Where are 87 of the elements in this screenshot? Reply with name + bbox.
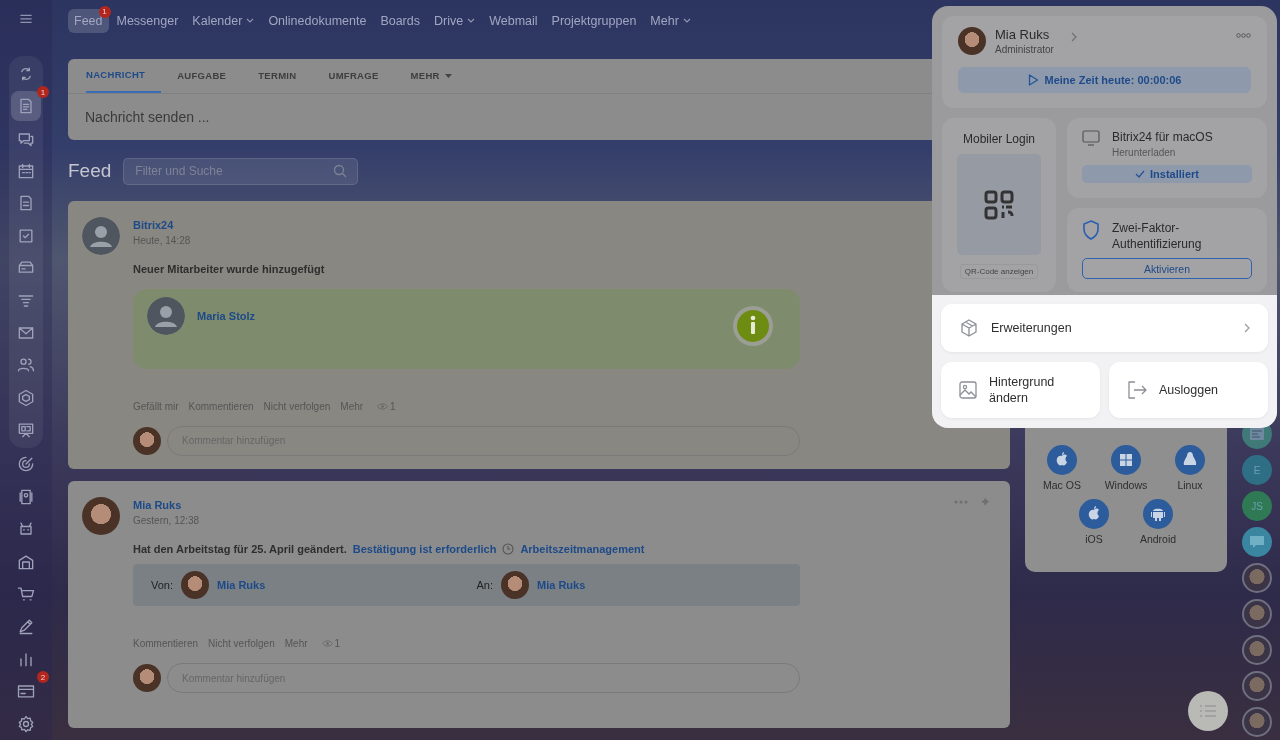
nav-tab[interactable]: Mehr	[644, 8, 697, 33]
nav-tab[interactable]: Messenger	[110, 8, 185, 33]
composer-tab[interactable]: TERMIN	[258, 58, 313, 93]
user-link[interactable]: Mia Ruks	[217, 579, 266, 592]
apple-icon	[1047, 445, 1077, 475]
avatar-photo[interactable]	[1242, 599, 1272, 629]
employee-link[interactable]: Maria Stolz	[197, 309, 256, 322]
composer-tab[interactable]: AUFGABE	[177, 58, 243, 93]
settings-icon	[16, 713, 36, 734]
chevron-icon[interactable]	[1070, 32, 1077, 42]
sidebar-item[interactable]	[11, 91, 41, 122]
installed-button[interactable]: Installiert	[1082, 165, 1252, 183]
image-icon	[959, 381, 977, 399]
nav-tab[interactable]: Drive	[428, 8, 482, 33]
avatar-photo	[958, 27, 986, 55]
to-label: An:	[476, 579, 493, 592]
info-icon	[732, 304, 774, 347]
from-label: Von:	[151, 579, 174, 592]
avatar-photo	[82, 497, 120, 536]
change-background-menu-item[interactable]: Hintergrund ändern	[941, 362, 1100, 418]
activate-button[interactable]: Aktivieren	[1082, 258, 1252, 279]
nav-tab[interactable]: Kalender	[186, 8, 261, 33]
nav-tab[interactable]: Projektgruppen	[545, 8, 643, 33]
download-link[interactable]: Windows	[1104, 445, 1148, 491]
download-link[interactable]: Mac OS	[1040, 445, 1084, 491]
nav-tab[interactable]: Onlinedokumente	[262, 8, 373, 33]
chat-icon[interactable]	[1242, 527, 1272, 557]
avatar-icon	[82, 216, 120, 255]
avatar-photo	[181, 571, 210, 600]
avatar-photo[interactable]	[1242, 563, 1272, 593]
show-qr-button[interactable]: QR-Code anzeigen	[959, 264, 1039, 279]
card-title: Zwei-Faktor-Authentifizierung	[1112, 220, 1203, 252]
logout-icon	[1127, 381, 1147, 399]
logout-menu-item[interactable]: Ausloggen	[1109, 362, 1268, 418]
card-title: Bitrix24 für macOS	[1112, 130, 1213, 144]
card-title: Mobiler Login	[962, 132, 1035, 146]
avatar-photo	[501, 571, 529, 600]
eye-icon	[321, 640, 333, 648]
avatar-icon	[147, 296, 185, 335]
notification-badge: 1	[37, 86, 49, 99]
user-link[interactable]: Mia Ruks	[537, 579, 586, 592]
confirmation-link[interactable]: Bestätigung ist erforderlich	[352, 543, 497, 556]
user-avatar[interactable]: JS	[1242, 491, 1272, 521]
composer-tab[interactable]: NACHRICHT	[86, 58, 162, 93]
tag-link[interactable]: Arbeitszeitmanagement	[520, 543, 645, 556]
download-link[interactable]: Herunterladen	[1112, 147, 1213, 158]
avatar-photo[interactable]	[1242, 707, 1272, 737]
user-role: Administrator	[995, 44, 1054, 55]
shield-icon	[1082, 220, 1100, 240]
apple-icon	[1079, 499, 1109, 529]
avatar-photo	[133, 426, 161, 455]
notification-badge: 1	[98, 5, 111, 18]
chevron-icon	[1244, 323, 1250, 333]
search-icon	[333, 164, 348, 179]
play-icon	[1027, 74, 1039, 86]
composer-tab[interactable]: UMFRAGE	[328, 58, 395, 93]
qr-code-icon	[984, 189, 1014, 220]
eye-icon	[377, 402, 389, 410]
monitor-icon	[1082, 130, 1100, 146]
download-link[interactable]: Linux	[1168, 445, 1212, 491]
user-avatar[interactable]: E	[1242, 455, 1272, 485]
download-link[interactable]: Android	[1136, 499, 1180, 545]
more-icon[interactable]	[1236, 33, 1251, 38]
post-text: Neuer Mitarbeiter wurde hinzugefügt	[133, 262, 326, 275]
notification-badge: 2	[37, 671, 49, 684]
feed-title: Feed	[68, 160, 112, 183]
android-icon	[1143, 499, 1173, 529]
box-icon	[959, 318, 979, 338]
user-name[interactable]: Mia Ruks	[995, 27, 1054, 42]
avatar-photo[interactable]	[1242, 671, 1272, 701]
work-time-button[interactable]: Meine Zeit heute: 00:00:06	[958, 67, 1251, 93]
composer-tab[interactable]: MEHR	[410, 58, 468, 93]
author-link[interactable]: Bitrix24	[133, 218, 191, 231]
nav-tab[interactable]: Webmail	[483, 8, 544, 33]
post-text: Hat den Arbeitstag für 25. April geändert.	[133, 543, 347, 556]
nav-tab[interactable]: Boards	[374, 8, 426, 33]
extensions-menu-item[interactable]: Erweiterungen	[941, 304, 1268, 352]
chat-button[interactable]	[1188, 691, 1228, 731]
windows-icon	[1111, 445, 1141, 475]
check-icon	[1135, 170, 1146, 178]
download-link[interactable]: iOS	[1072, 499, 1116, 545]
menu-icon[interactable]	[17, 14, 35, 24]
clock-icon	[502, 543, 515, 556]
author-link[interactable]: Mia Ruks	[133, 499, 200, 512]
avatar-photo[interactable]	[1242, 635, 1272, 665]
hexagon-icon	[16, 387, 36, 408]
avatar-photo	[133, 664, 161, 693]
